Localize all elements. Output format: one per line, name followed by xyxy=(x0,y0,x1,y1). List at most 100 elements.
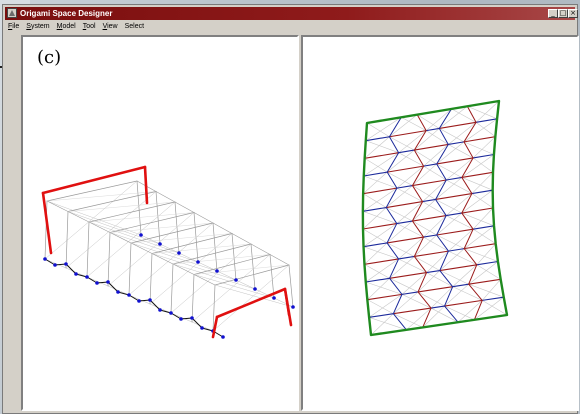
mountain-crease xyxy=(386,165,425,173)
triangulation-edge xyxy=(423,165,447,181)
mountain-crease xyxy=(385,201,424,209)
vertex-point xyxy=(291,305,295,309)
valley-crease xyxy=(386,223,398,244)
vertex-point xyxy=(169,311,173,315)
menu-select[interactable]: Select xyxy=(122,21,148,32)
mesh-edge xyxy=(231,233,252,245)
model-3d-viewport[interactable]: (c) xyxy=(21,35,299,411)
mesh-edge xyxy=(130,233,233,244)
mesh-edge xyxy=(197,261,218,272)
valley-crease xyxy=(436,143,449,165)
floor-edge xyxy=(191,317,203,329)
highlighted-back-frame xyxy=(143,165,149,205)
minimize-button[interactable]: _ xyxy=(548,9,558,18)
vertex-point xyxy=(200,326,204,330)
vertex-point xyxy=(127,293,131,297)
vertex-point xyxy=(106,280,110,284)
title-bar[interactable]: Origami Space Designer _ □ × xyxy=(5,7,578,20)
mesh-edge xyxy=(250,243,256,290)
vertex-point xyxy=(221,335,225,339)
triangulation-edge xyxy=(472,228,496,244)
mountain-crease xyxy=(461,193,473,214)
mesh-edge xyxy=(86,221,90,278)
triangulation-edge xyxy=(445,215,474,230)
mountain-crease xyxy=(411,165,425,187)
vertex-point xyxy=(137,299,141,303)
mountain-crease xyxy=(438,121,477,129)
valley-crease xyxy=(439,250,449,272)
mountain-crease xyxy=(461,157,474,178)
triangulation-edge xyxy=(481,279,501,301)
mountain-crease xyxy=(413,236,425,257)
triangulation-edge xyxy=(363,223,398,247)
mesh-edge xyxy=(174,201,195,213)
triangulation-edge xyxy=(463,118,498,143)
mesh-edge xyxy=(172,254,271,265)
mesh-edge xyxy=(88,201,176,223)
mesh-edge xyxy=(155,191,176,203)
vertex-point xyxy=(234,278,238,282)
maximize-button[interactable]: □ xyxy=(558,9,568,18)
mesh-edge xyxy=(170,263,174,314)
mountain-crease xyxy=(422,307,432,328)
mesh-edge xyxy=(178,252,199,263)
folded-model-view[interactable] xyxy=(23,37,297,409)
vertex-point xyxy=(177,251,181,255)
mountain-crease xyxy=(411,201,424,222)
mesh-edge xyxy=(67,201,176,212)
vertex-point xyxy=(64,262,68,266)
floor-edge xyxy=(149,299,161,311)
vertex-point xyxy=(196,260,200,264)
floor-edge xyxy=(65,263,77,275)
triangulation-edge xyxy=(461,189,493,214)
menu-bar: File System Model Tool View Select xyxy=(5,21,575,32)
mesh-edge xyxy=(44,180,138,260)
mesh-edge xyxy=(214,264,290,286)
menu-view[interactable]: View xyxy=(100,21,122,32)
mesh-edge xyxy=(107,232,111,287)
window-title: Origami Space Designer xyxy=(20,9,113,18)
menu-model[interactable]: Model xyxy=(54,21,80,32)
mesh-edge xyxy=(109,212,195,233)
mountain-crease xyxy=(417,291,432,309)
triangulation-edge xyxy=(475,122,496,137)
menu-file[interactable]: File xyxy=(5,21,23,32)
triangulation-edge xyxy=(461,154,495,178)
triangulation-edge xyxy=(362,228,388,244)
triangulation-edge xyxy=(364,158,388,173)
vertex-point xyxy=(53,263,57,267)
close-button[interactable]: × xyxy=(568,9,578,18)
mesh-edge xyxy=(231,233,237,281)
mountain-crease xyxy=(411,220,425,238)
mesh-edge xyxy=(130,242,153,254)
triangulation-edge xyxy=(471,193,494,209)
vertex-point xyxy=(95,281,99,285)
triangulation-edge xyxy=(452,286,483,301)
mesh-edge xyxy=(149,253,153,305)
menu-tool[interactable]: Tool xyxy=(80,21,100,32)
valley-crease xyxy=(472,225,495,230)
mesh-edge xyxy=(216,270,237,281)
triangulation-edge xyxy=(414,149,437,165)
vertex-point xyxy=(43,257,47,261)
vertex-point xyxy=(158,308,162,312)
vertex-point xyxy=(148,298,152,302)
vertex-point xyxy=(272,296,276,300)
triangulation-edge xyxy=(365,140,399,153)
menu-system[interactable]: System xyxy=(23,21,53,32)
valley-crease xyxy=(439,270,454,288)
highlighted-back-frame xyxy=(41,165,147,195)
vertex-point xyxy=(74,272,78,276)
highlighted-front-frame xyxy=(215,287,287,319)
valley-crease xyxy=(436,215,447,236)
mesh-edge xyxy=(109,222,214,233)
triangulation-edge xyxy=(476,264,501,280)
valley-crease xyxy=(436,234,449,252)
crease-pattern-view[interactable] xyxy=(303,37,577,409)
crease-pattern-viewport[interactable] xyxy=(301,35,579,411)
vertex-point xyxy=(158,242,162,246)
triangulation-edge xyxy=(363,152,399,177)
floor-edge xyxy=(107,281,119,293)
mountain-crease xyxy=(463,228,474,250)
mesh-edge xyxy=(46,180,138,202)
